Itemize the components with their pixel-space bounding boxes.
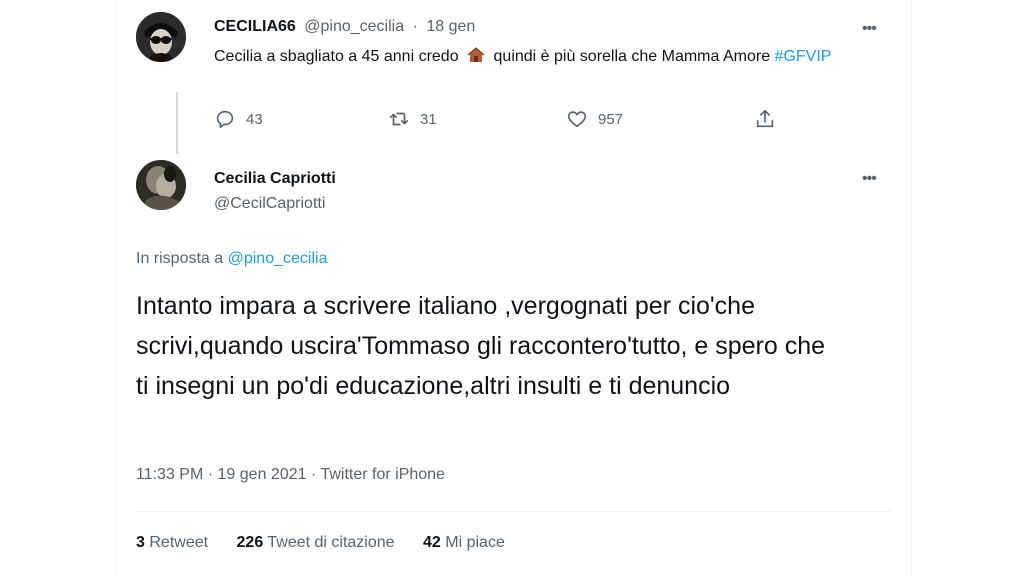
tweet1-date[interactable]: 18 gen	[426, 18, 475, 35]
tweet1-text: Cecilia a sbagliato a 45 anni credo quin…	[214, 45, 874, 69]
heart-icon	[567, 111, 587, 128]
tweet2-text: Intanto impara a scrivere italiano ,verg…	[136, 292, 826, 400]
avatar-image-icon	[136, 12, 186, 62]
tweet2-handle[interactable]: @CecilCapriotti	[214, 195, 325, 213]
thread-connector-line	[176, 92, 178, 154]
avatar-image-icon	[136, 160, 186, 210]
tweet1-handle[interactable]: @pino_cecilia	[304, 18, 404, 35]
reply-count: 43	[246, 110, 263, 128]
tweet1-text-before-emoji: Cecilia a sbagliato a 45 anni credo	[214, 48, 459, 65]
tweet1-text-after-emoji: quindi è più sorella che Mamma Amore	[493, 48, 771, 65]
tweet1-actions: 43 31 957	[214, 108, 814, 136]
tweet2-more-icon[interactable]: •••	[862, 170, 877, 188]
like-count: 957	[598, 110, 624, 128]
tweet1-display-name[interactable]: CECILIA66	[214, 18, 296, 35]
tweet2-separator-1: ·	[207, 466, 214, 483]
likes-stat-count: 42	[423, 534, 441, 551]
reply-handle-link[interactable]: @pino_cecilia	[228, 250, 328, 267]
retweets-stat-label: Retweet	[149, 534, 209, 551]
likes-stat[interactable]: 42 Mi piace	[423, 534, 529, 551]
tweet1-separator: ·	[412, 18, 418, 35]
retweet-icon	[389, 112, 409, 126]
avatar[interactable]	[136, 12, 186, 62]
retweets-stat[interactable]: 3 Retweet	[136, 534, 237, 551]
house-emoji-icon	[467, 47, 485, 62]
hashtag-link[interactable]: #GFVIP	[775, 48, 832, 65]
reply-button[interactable]: 43	[214, 108, 263, 130]
reply-context: In risposta a @pino_cecilia	[136, 250, 327, 268]
tweet2-date[interactable]: 19 gen 2021	[218, 466, 307, 483]
quotes-stat-count: 226	[236, 534, 264, 551]
reply-prefix: In risposta a	[136, 250, 224, 267]
tweet2-meta: 11:33 PM · 19 gen 2021 · Twitter for iPh…	[136, 466, 445, 484]
divider	[136, 511, 892, 512]
share-button[interactable]	[754, 108, 786, 130]
tweet2-time[interactable]: 11:33 PM	[136, 466, 203, 483]
retweet-count: 31	[420, 110, 437, 128]
avatar[interactable]	[136, 160, 186, 210]
likes-stat-label: Mi piace	[445, 534, 505, 551]
tweet2-stats: 3 Retweet 226 Tweet di citazione 42 Mi p…	[136, 534, 529, 552]
quotes-stat[interactable]: 226 Tweet di citazione	[237, 534, 424, 551]
tweet2-source[interactable]: Twitter for iPhone	[320, 466, 445, 483]
tweet1-more-icon[interactable]: •••	[862, 20, 877, 38]
tweet1-header: CECILIA66 @pino_cecilia · 18 gen	[214, 18, 479, 36]
tweet2-display-name[interactable]: Cecilia Capriotti	[214, 170, 336, 188]
retweet-button[interactable]: 31	[388, 108, 437, 130]
like-button[interactable]: 957	[566, 108, 623, 130]
reply-icon	[216, 110, 234, 129]
quotes-stat-label: Tweet di citazione	[267, 534, 395, 551]
share-icon	[756, 109, 774, 128]
retweets-stat-count: 3	[136, 534, 145, 551]
tweet2-separator-2: ·	[310, 466, 317, 483]
